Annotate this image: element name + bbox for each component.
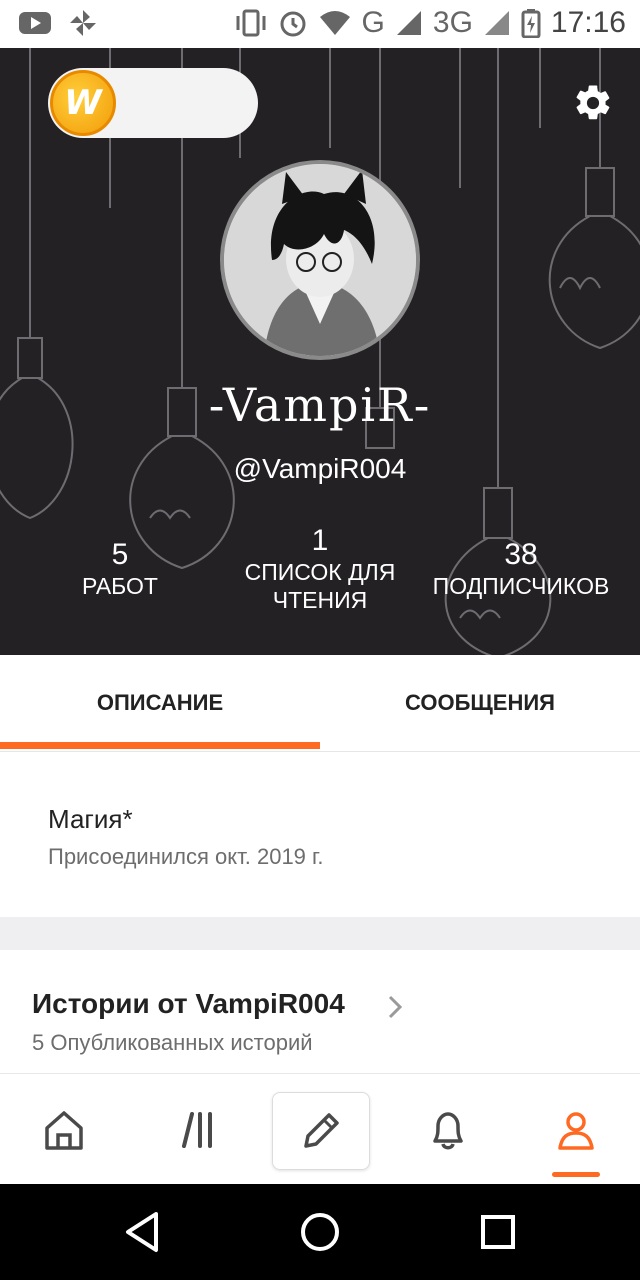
pinwheel-icon (70, 10, 96, 36)
display-name: -VampiR- (208, 378, 432, 432)
stat-works[interactable]: 5 РАБОТ (40, 538, 200, 600)
profile-tabs: ОПИСАНИЕ СООБЩЕНИЯ (0, 655, 640, 752)
nav-library[interactable] (146, 1092, 242, 1168)
chevron-right-icon (388, 995, 403, 1019)
tab-about[interactable]: ОПИСАНИЕ (0, 655, 320, 751)
stat-reading-lists[interactable]: 1 СПИСОК ДЛЯ ЧТЕНИЯ (230, 524, 410, 614)
system-navigation-bar (0, 1184, 640, 1280)
status-bar: G 3G 17:16 (0, 0, 640, 48)
coins-toggle[interactable]: W (48, 68, 258, 138)
youtube-icon (19, 12, 51, 34)
back-button[interactable] (112, 1204, 172, 1260)
wifi-icon (319, 11, 350, 35)
stat-label: СПИСОК ДЛЯ (244, 559, 396, 585)
signal-icon (484, 11, 509, 35)
nav-write[interactable] (272, 1092, 370, 1170)
gear-icon[interactable] (572, 82, 614, 124)
network-type-label: G (361, 6, 385, 39)
tab-messages[interactable]: СООБЩЕНИЯ (320, 655, 640, 751)
nav-notifications[interactable] (400, 1092, 496, 1168)
home-button[interactable] (290, 1204, 350, 1260)
signal-icon (396, 11, 421, 35)
recents-icon (481, 1215, 515, 1249)
home-icon (45, 1111, 83, 1150)
active-nav-indicator (552, 1172, 600, 1177)
vibrate-icon (236, 9, 266, 37)
joined-date: Присоединился окт. 2019 г. (48, 844, 324, 869)
stories-count: 5 Опубликованных историй (32, 1030, 313, 1055)
library-icon (182, 1112, 212, 1148)
alarm-icon (280, 11, 306, 37)
stat-label: РАБОТ (82, 573, 158, 599)
recents-button[interactable] (468, 1204, 528, 1260)
clock: 17:16 (550, 6, 626, 39)
stat-label: ЧТЕНИЯ (272, 587, 368, 613)
bottom-navigation (0, 1073, 640, 1185)
stat-followers[interactable]: 38 ПОДПИСЧИКОВ (426, 538, 616, 600)
about-card: Магия* Присоединился окт. 2019 г. (0, 752, 640, 917)
stat-label: ПОДПИСЧИКОВ (432, 573, 610, 599)
back-icon (126, 1212, 158, 1252)
nav-profile[interactable] (528, 1092, 624, 1168)
about-description: Магия* (48, 804, 133, 834)
avatar-image (224, 164, 416, 356)
wattpad-coin-icon: W (50, 70, 116, 136)
battery-charging-icon (521, 9, 541, 38)
stories-section[interactable]: Истории от VampiR004 5 Опубликованных ис… (0, 950, 640, 1073)
avatar[interactable] (220, 160, 420, 360)
stat-value: 1 (311, 524, 329, 557)
stat-value: 5 (111, 538, 129, 571)
profile-icon (558, 1112, 594, 1150)
network-type-label: 3G (432, 6, 473, 39)
nav-home[interactable] (16, 1092, 112, 1168)
stories-title: Истории от VampiR004 (32, 988, 345, 1019)
write-icon (304, 1113, 339, 1148)
section-divider (0, 917, 640, 950)
home-circle-icon (301, 1213, 339, 1251)
profile-header: W -VampiR- @VampiR004 5 РАБОТ 1 СПИСОК Д… (0, 48, 640, 655)
active-tab-indicator (0, 742, 320, 749)
stat-value: 38 (504, 538, 538, 571)
username: @VampiR004 (233, 453, 407, 484)
notifications-icon (433, 1112, 463, 1150)
